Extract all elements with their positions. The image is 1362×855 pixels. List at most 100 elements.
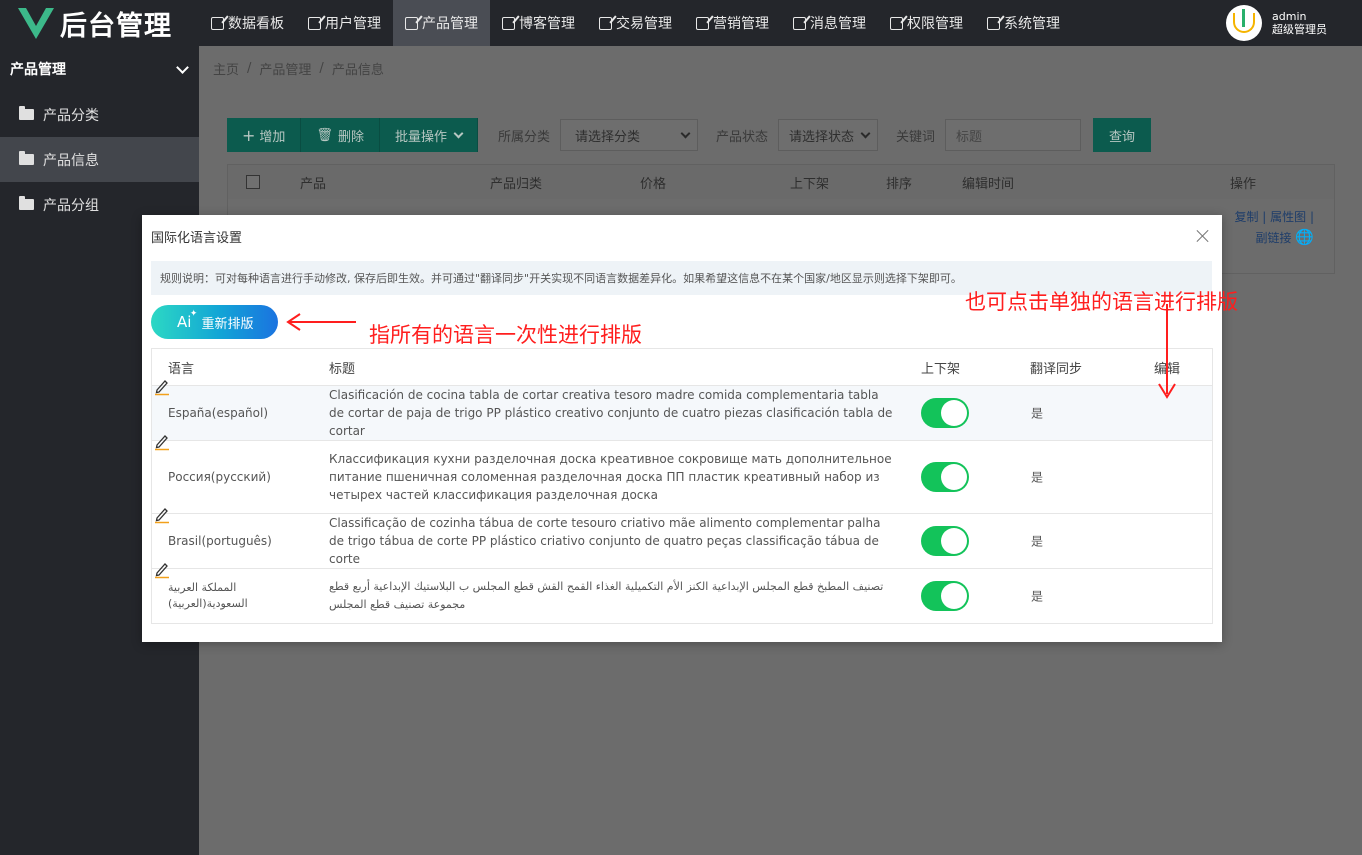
top-nav: 数据看板 用户管理 产品管理 博客管理 交易管理 营销管理 消息管理 权限管理 … xyxy=(199,0,1072,46)
table-row: España(español) Clasificación de cocina … xyxy=(152,380,1212,441)
edit-square-icon xyxy=(308,16,321,30)
sync-cell: 是 xyxy=(1031,470,1044,485)
shelf-toggle[interactable] xyxy=(921,462,969,492)
pencil-edit-icon[interactable] xyxy=(152,376,172,396)
language-cell: Россия(русский) xyxy=(168,470,271,484)
nav-item-marketing[interactable]: 营销管理 xyxy=(684,0,781,46)
select-all-checkbox[interactable] xyxy=(246,175,260,189)
column-header: 产品 xyxy=(300,176,327,192)
nav-label: 营销管理 xyxy=(713,16,769,32)
language-cell: المملكة العربية السعودية(العربية) xyxy=(168,581,248,610)
add-button[interactable]: + 增加 xyxy=(227,118,302,152)
i18n-settings-dialog: 国际化语言设置 规则说明：可对每种语言进行手动修改, 保存后即生效。并可通过"翻… xyxy=(142,215,1222,642)
pencil-edit-icon[interactable] xyxy=(152,431,172,451)
breadcrumb-separator: / xyxy=(319,60,324,76)
breadcrumb-products[interactable]: 产品管理 xyxy=(259,59,311,78)
nav-item-trades[interactable]: 交易管理 xyxy=(587,0,684,46)
logo[interactable]: 后台管理 xyxy=(0,0,199,46)
sidebar-item-label: 产品信息 xyxy=(43,152,99,169)
column-header: 操作 xyxy=(1230,176,1257,192)
app-title: 后台管理 xyxy=(60,10,172,42)
edit-square-icon xyxy=(696,16,709,30)
sync-cell: 是 xyxy=(1031,406,1044,421)
shelf-toggle[interactable] xyxy=(921,398,969,428)
query-button[interactable]: 查询 xyxy=(1093,118,1152,152)
nav-item-users[interactable]: 用户管理 xyxy=(296,0,393,46)
delete-button[interactable]: 🗑 删除 xyxy=(301,118,380,152)
delete-button-label: 删除 xyxy=(337,129,364,145)
sidebar-item-categories[interactable]: 产品分类 xyxy=(0,92,199,137)
sidebar-item-label: 产品分组 xyxy=(43,197,99,214)
breadcrumb-separator: / xyxy=(247,60,252,76)
breadcrumb: 主页 / 产品管理 / 产品信息 xyxy=(199,46,1362,90)
title-cell: Classificação de cozinha tábua de corte … xyxy=(329,516,881,566)
chevron-down-icon xyxy=(176,60,189,74)
sidebar-group-header[interactable]: 产品管理 xyxy=(0,46,199,92)
annotation-left-text: 指所有的语言一次性进行排版 xyxy=(369,323,642,347)
nav-item-permissions[interactable]: 权限管理 xyxy=(878,0,975,46)
nav-label: 数据看板 xyxy=(228,16,284,32)
avatar xyxy=(1226,5,1262,41)
nav-label: 消息管理 xyxy=(810,16,866,32)
column-header: 上下架 xyxy=(921,361,961,377)
nav-item-dashboard[interactable]: 数据看板 xyxy=(199,0,296,46)
nav-item-system[interactable]: 系统管理 xyxy=(975,0,1072,46)
pencil-edit-icon[interactable] xyxy=(152,559,172,579)
copy-link[interactable]: 复制 xyxy=(1234,210,1258,224)
keyword-filter-label: 关键词 xyxy=(896,129,936,145)
pencil-edit-icon[interactable] xyxy=(152,504,172,524)
folder-icon xyxy=(19,151,34,165)
status-select[interactable]: 请选择状态 xyxy=(778,119,878,151)
edit-square-icon xyxy=(211,16,224,30)
globe-icon[interactable]: 🌐 xyxy=(1295,228,1314,246)
shelf-toggle[interactable] xyxy=(921,526,969,556)
chevron-down-icon xyxy=(453,128,464,138)
title-cell: Классификация кухни разделочная доска кр… xyxy=(329,452,892,502)
nav-item-messages[interactable]: 消息管理 xyxy=(781,0,878,46)
sidebar-item-product-info[interactable]: 产品信息 xyxy=(0,137,199,182)
user-info: admin 超级管理员 xyxy=(1272,10,1327,36)
row-action-links: 复制 | 属性图 | 副链接 🌐 xyxy=(1234,210,1314,246)
sync-cell: 是 xyxy=(1031,589,1044,604)
column-header: 产品归类 xyxy=(490,176,543,192)
nav-label: 权限管理 xyxy=(907,16,963,32)
category-select[interactable]: 请选择分类 xyxy=(559,119,698,151)
close-icon[interactable] xyxy=(1196,229,1210,243)
ai-button-label: 重新排版 xyxy=(201,316,254,332)
keyword-placeholder: 标题 xyxy=(956,129,983,145)
sidebar-group-title: 产品管理 xyxy=(10,62,66,78)
folder-icon xyxy=(19,106,34,120)
edit-square-icon xyxy=(793,16,806,30)
edit-square-icon xyxy=(599,16,612,30)
language-cell: España(español) xyxy=(168,406,269,420)
table-row: Brasil(português) Classificação de cozin… xyxy=(152,508,1212,569)
column-header: 排序 xyxy=(886,176,913,192)
action-button-group: + 增加 🗑 删除 批量操作 xyxy=(227,118,478,152)
language-cell: Brasil(português) xyxy=(168,534,272,548)
shelf-toggle[interactable] xyxy=(921,581,969,611)
filter-toolbar: + 增加 🗑 删除 批量操作 所属分类 请选择分类 产品状态 请选择状态 关键词 标… xyxy=(227,118,1152,152)
column-header: 语言 xyxy=(168,361,195,377)
keyword-input[interactable]: 标题 xyxy=(945,119,1082,151)
column-header: 价格 xyxy=(640,176,667,192)
edit-square-icon xyxy=(987,16,1000,30)
nav-item-products[interactable]: 产品管理 xyxy=(393,0,490,46)
breadcrumb-home[interactable]: 主页 xyxy=(213,59,239,78)
product-table-header: 产品 产品归类 价格 上下架 排序 编辑时间 操作 xyxy=(228,165,1334,199)
annotation-arrow-down xyxy=(1158,304,1176,399)
user-role: 超级管理员 xyxy=(1272,23,1327,36)
chevron-down-icon xyxy=(680,128,691,138)
user-menu[interactable]: admin 超级管理员 xyxy=(1226,0,1362,46)
batch-actions-button[interactable]: 批量操作 xyxy=(379,118,478,152)
nav-label: 交易管理 xyxy=(616,16,672,32)
ai-relayout-button[interactable]: Ai ✦ 重新排版 xyxy=(151,305,278,339)
nav-item-blog[interactable]: 博客管理 xyxy=(490,0,587,46)
folder-icon xyxy=(19,196,34,210)
u-logo-icon xyxy=(1233,9,1255,33)
edit-square-icon xyxy=(502,16,515,30)
dialog-title: 国际化语言设置 xyxy=(151,231,243,246)
attribute-image-link[interactable]: 属性图 xyxy=(1270,210,1306,224)
annotation-right-text: 也可点击单独的语言进行排版 xyxy=(965,290,1238,314)
sub-link[interactable]: 副链接 xyxy=(1255,231,1291,245)
column-header: 标题 xyxy=(329,361,356,377)
